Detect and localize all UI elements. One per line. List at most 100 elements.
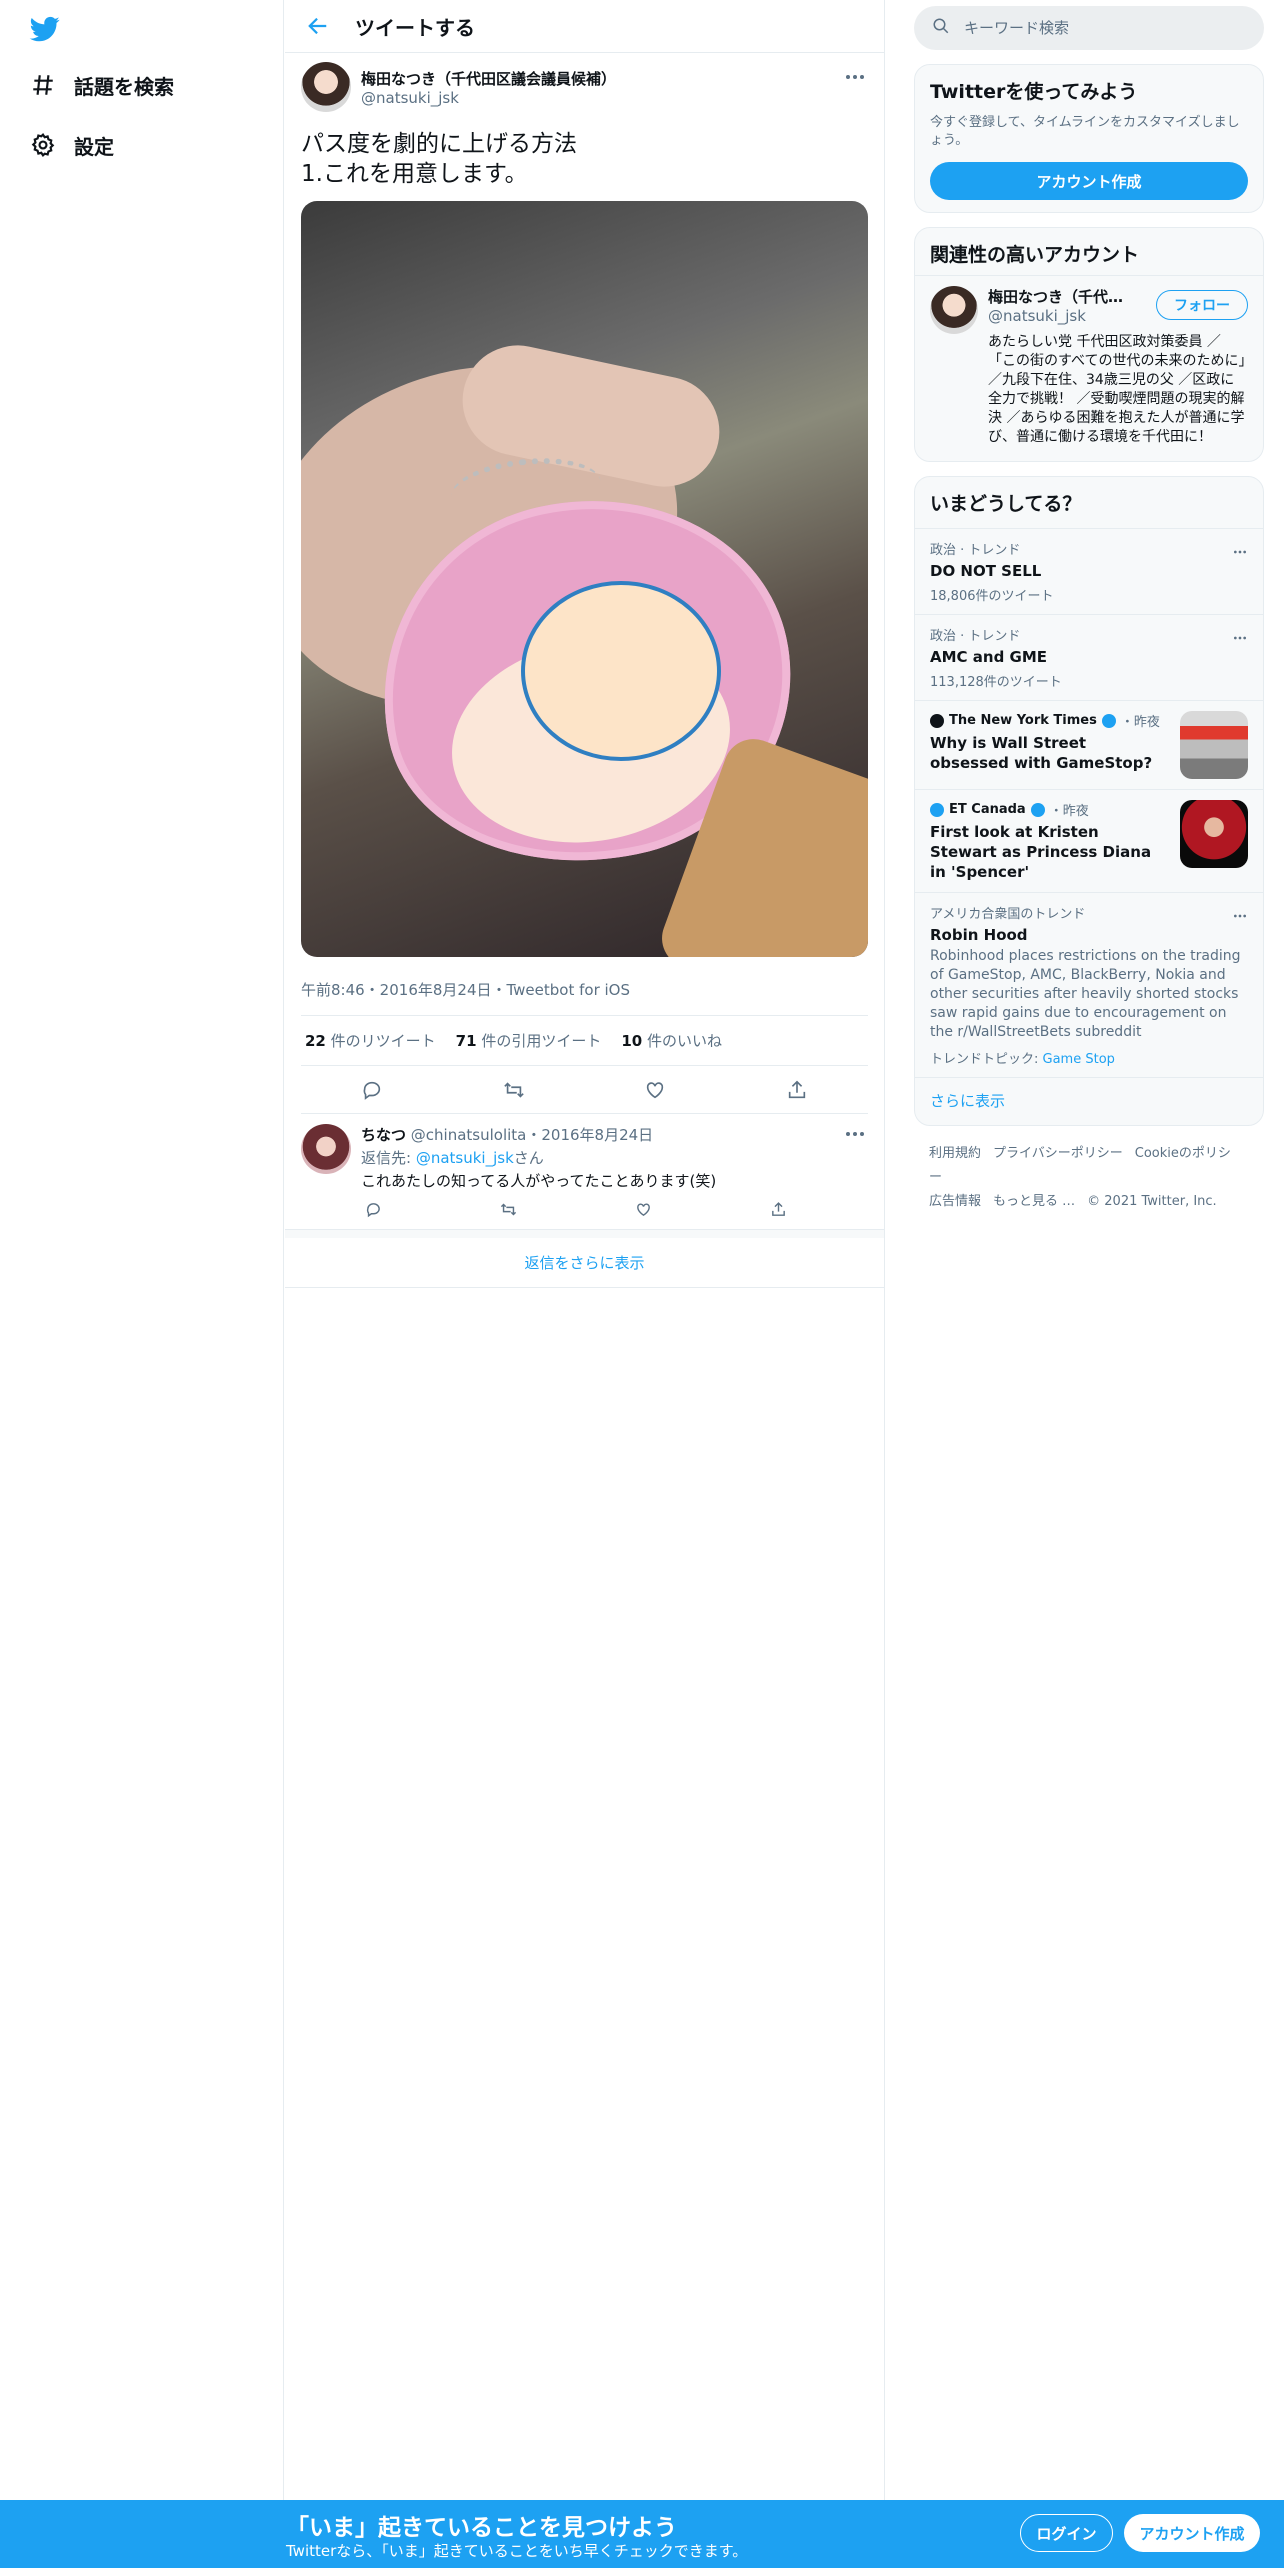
related-card-title: 関連性の高いアカウント xyxy=(930,244,1140,266)
bottom-bar-subtitle: Twitterなら、「いま」起きていることをいち早くチェックできます。 xyxy=(286,2542,748,2560)
news-item[interactable]: The New York Times ・昨夜 Why is Wall Stree… xyxy=(915,700,1263,789)
hashtag-icon xyxy=(28,70,58,100)
retweets-stat[interactable]: 22 件のリツイート xyxy=(305,1030,436,1051)
search-box[interactable] xyxy=(914,6,1264,50)
reply-to-handle[interactable]: @natsuki_jsk xyxy=(416,1149,514,1167)
tweet-actions xyxy=(301,1066,868,1114)
signup-card-subtitle: 今すぐ登録して、タイムラインをカスタマイズしましょう。 xyxy=(930,115,1240,148)
author-handle[interactable]: @natsuki_jsk xyxy=(361,89,616,107)
news-thumbnail xyxy=(1180,711,1248,779)
trend-count: 113,128件のツイート xyxy=(930,675,1062,690)
news-source: The New York Times xyxy=(949,713,1097,728)
reply-author-handle[interactable]: @chinatsulolita xyxy=(411,1126,527,1144)
reply-date[interactable]: ・2016年8月24日 xyxy=(526,1126,653,1144)
trend-title: AMC and GME xyxy=(930,648,1048,666)
nav-explore[interactable]: 話題を検索 xyxy=(28,70,174,100)
trend-item[interactable]: アメリカ合衆国のトレンド Robin Hood Robinhood places… xyxy=(915,892,1263,1077)
news-thumbnail xyxy=(1180,800,1248,868)
tweet-text: パス度を劇的に上げる方法 1.これを用意します。 xyxy=(301,131,577,187)
more-options-icon[interactable] xyxy=(842,67,868,87)
trends-card: いまどうしてる？ 政治 · トレンド DO NOT SELL 18,806件のツ… xyxy=(914,476,1264,1126)
left-sidebar: 話題を検索 設定 xyxy=(0,0,284,2500)
search-icon xyxy=(932,17,950,39)
footer-more-link[interactable]: もっと見る … xyxy=(993,1194,1075,1209)
trend-description: Robinhood places restrictions on the tra… xyxy=(930,948,1241,1040)
follow-button[interactable]: フォロー xyxy=(1156,290,1248,320)
trend-topic-link[interactable]: Game Stop xyxy=(1043,1052,1115,1067)
reply-actions xyxy=(361,1197,791,1221)
signup-button[interactable]: アカウント作成 xyxy=(1124,2514,1260,2552)
like-icon[interactable] xyxy=(632,1197,656,1221)
header: ツイートする xyxy=(285,0,884,53)
trend-title: Robin Hood xyxy=(930,926,1028,944)
nav-settings-label: 設定 xyxy=(74,134,114,159)
search-input[interactable] xyxy=(964,19,1224,37)
reply-icon[interactable] xyxy=(361,1197,385,1221)
tweet-stats: 22 件のリツイート 71 件の引用ツイート 10 件のいいね xyxy=(301,1016,868,1066)
related-account[interactable]: 梅田なつき（千代田区議会議員候補） @natsuki_jsk あたらしい党 千代… xyxy=(915,275,1263,461)
create-account-button[interactable]: アカウント作成 xyxy=(930,162,1248,200)
right-sidebar: Twitterを使ってみよう 今すぐ登録して、タイムラインをカスタマイズしましょ… xyxy=(914,0,1264,1214)
footer-terms-link[interactable]: 利用規約 xyxy=(929,1146,981,1161)
footer-ads-link[interactable]: 広告情報 xyxy=(929,1194,981,1209)
main-column: ツイートする 梅田なつき（千代田区議会議員候補） @natsuki_jsk パス… xyxy=(285,0,885,2500)
share-icon[interactable] xyxy=(779,1072,815,1108)
author-avatar[interactable] xyxy=(301,62,351,112)
news-time: ・昨夜 xyxy=(1049,804,1089,819)
likes-stat[interactable]: 10 件のいいね xyxy=(621,1030,722,1051)
trend-item[interactable]: 政治 · トレンド DO NOT SELL 18,806件のツイート xyxy=(915,528,1263,614)
verified-badge-icon xyxy=(1101,713,1116,728)
reply-to-line: 返信先: @natsuki_jskさん xyxy=(361,1149,544,1167)
quotes-stat[interactable]: 71 件の引用ツイート xyxy=(456,1030,602,1051)
footer-privacy-link[interactable]: プライバシーポリシー xyxy=(993,1146,1123,1161)
trend-topic: トレンドトピック: Game Stop xyxy=(930,1052,1115,1067)
page-title: ツイートする xyxy=(355,15,475,40)
back-arrow-icon[interactable] xyxy=(301,9,335,43)
share-icon[interactable] xyxy=(767,1197,791,1221)
show-more-trends-link[interactable]: さらに表示 xyxy=(915,1077,1263,1125)
trends-card-title: いまどうしてる？ xyxy=(930,493,1082,515)
trend-count: 18,806件のツイート xyxy=(930,589,1054,604)
trend-item[interactable]: 政治 · トレンド AMC and GME 113,128件のツイート xyxy=(915,614,1263,700)
reply-author-name[interactable]: ちなつ xyxy=(361,1126,406,1144)
reply-text: これあたしの知ってる人がやってたことあります(笑) xyxy=(361,1172,717,1190)
related-avatar[interactable] xyxy=(930,286,978,334)
show-more-replies-link[interactable]: 返信をさらに表示 xyxy=(285,1230,884,1288)
retweet-icon[interactable] xyxy=(496,1197,520,1221)
related-name[interactable]: 梅田なつき（千代田区議会議員候補） xyxy=(988,286,1138,307)
reply-tweet[interactable]: ちなつ @chinatsulolita・2016年8月24日 返信先: @nat… xyxy=(285,1114,884,1230)
tweet-photo[interactable] xyxy=(301,201,868,957)
news-item[interactable]: ET Canada ・昨夜 First look at Kristen Stew… xyxy=(915,789,1263,892)
nyt-logo-icon xyxy=(930,713,944,728)
tweet-timestamp[interactable]: 午前8:46・2016年8月24日・Tweetbot for iOS xyxy=(301,979,868,1016)
retweet-icon[interactable] xyxy=(496,1072,532,1108)
footer-copyright: © 2021 Twitter, Inc. xyxy=(1087,1194,1217,1209)
more-options-icon[interactable] xyxy=(1232,539,1248,558)
more-options-icon[interactable] xyxy=(1232,903,1248,922)
nav-explore-label: 話題を検索 xyxy=(74,74,174,99)
related-accounts-card: 関連性の高いアカウント 梅田なつき（千代田区議会議員候補） @natsuki_j… xyxy=(914,227,1264,462)
trend-context: 政治 · トレンド xyxy=(930,543,1021,558)
twitter-logo-icon[interactable] xyxy=(28,14,62,44)
like-icon[interactable] xyxy=(637,1072,673,1108)
footer-links: 利用規約 プライバシーポリシー Cookieのポリシー 広告情報 もっと見る … © 2… xyxy=(914,1142,1264,1214)
reply-avatar[interactable] xyxy=(301,1124,351,1174)
trend-title: DO NOT SELL xyxy=(930,562,1042,580)
signup-card: Twitterを使ってみよう 今すぐ登録して、タイムラインをカスタマイズしましょ… xyxy=(914,64,1264,213)
et-canada-logo-icon xyxy=(930,802,944,817)
login-button[interactable]: ログイン xyxy=(1020,2514,1113,2552)
nav-settings[interactable]: 設定 xyxy=(28,130,114,160)
verified-badge-icon xyxy=(1030,802,1045,817)
news-source: ET Canada xyxy=(949,802,1026,817)
gear-icon xyxy=(28,130,58,160)
signup-card-title: Twitterを使ってみよう xyxy=(930,81,1138,103)
tweet-author: 梅田なつき（千代田区議会議員候補） @natsuki_jsk xyxy=(301,53,868,121)
author-name[interactable]: 梅田なつき（千代田区議会議員候補） xyxy=(361,68,616,89)
reply-more-options-icon[interactable] xyxy=(842,1124,868,1144)
news-time: ・昨夜 xyxy=(1120,715,1160,730)
bottom-bar-title: 「いま」起きていることを見つけよう xyxy=(286,2515,677,2541)
more-options-icon[interactable] xyxy=(1232,625,1248,644)
related-bio: あたらしい党 千代田区政対策委員 ／「この街のすべての世代の未来のために」／九段… xyxy=(988,334,1246,445)
news-title: Why is Wall Street obsessed with GameSto… xyxy=(930,734,1153,772)
reply-icon[interactable] xyxy=(354,1072,390,1108)
